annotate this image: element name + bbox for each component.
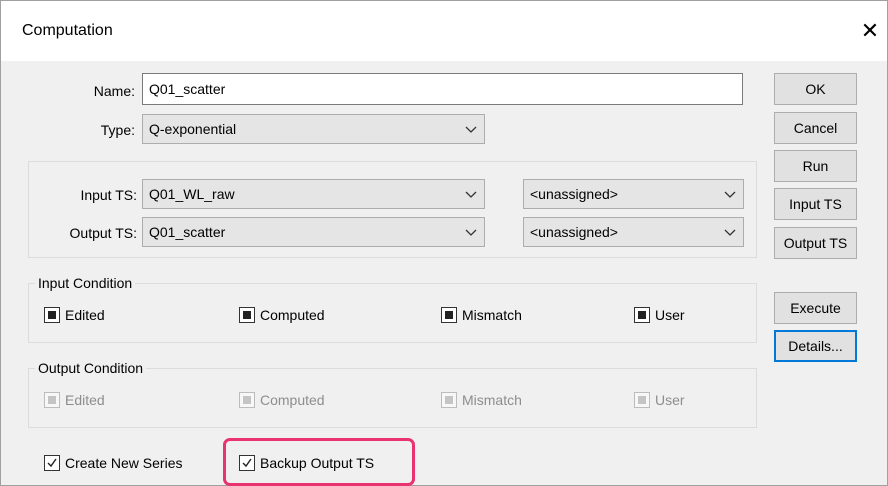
input-ts-select[interactable]: Q01_WL_raw [142,179,485,209]
type-select-value: Q-exponential [149,121,237,137]
checkbox-box [239,392,255,408]
checkbox-label: User [655,307,685,323]
chevron-down-icon [724,191,736,198]
input-edited-checkbox[interactable]: Edited [44,304,105,326]
chevron-down-icon [465,191,477,198]
name-input[interactable]: Q01_scatter [142,73,743,105]
output-edited-checkbox: Edited [44,389,105,411]
input-ts-button[interactable]: Input TS [774,188,857,220]
checkbox-box [634,307,650,323]
checkbox-box [441,307,457,323]
execute-button[interactable]: Execute [774,292,857,324]
checkbox-box [44,455,60,471]
output-ts-button[interactable]: Output TS [774,227,857,259]
type-label: Type: [100,122,135,138]
input-mismatch-checkbox[interactable]: Mismatch [441,304,522,326]
output-ts-label: Output TS: [69,225,137,241]
run-button[interactable]: Run [774,150,857,182]
input-ts-secondary-select[interactable]: <unassigned> [523,179,744,209]
details-button[interactable]: Details... [774,330,857,362]
checkbox-box [239,307,255,323]
cancel-button[interactable]: Cancel [774,112,857,144]
checkbox-label: Mismatch [462,392,522,408]
checkbox-box [44,392,60,408]
output-ts-secondary-select[interactable]: <unassigned> [523,217,744,247]
title-bar: Computation ✕ [1,1,887,61]
input-ts-label: Input TS: [80,187,137,203]
input-computed-checkbox[interactable]: Computed [239,304,325,326]
output-ts-secondary-value: <unassigned> [530,224,618,240]
checkbox-label: Create New Series [65,455,183,471]
checkbox-box [441,392,457,408]
output-computed-checkbox: Computed [239,389,325,411]
highlight-annotation [223,438,415,486]
type-select[interactable]: Q-exponential [142,114,485,144]
chevron-down-icon [465,229,477,236]
checkmark-icon [47,458,57,468]
ok-button[interactable]: OK [774,73,857,105]
checkbox-label: Edited [65,392,105,408]
close-icon[interactable]: ✕ [854,15,886,47]
create-new-series-checkbox[interactable]: Create New Series [44,452,183,474]
output-ts-value: Q01_scatter [149,224,226,240]
checkbox-label: User [655,392,685,408]
input-condition-title: Input Condition [35,274,136,292]
checkbox-label: Computed [260,307,325,323]
input-user-checkbox[interactable]: User [634,304,685,326]
chevron-down-icon [465,126,477,133]
input-ts-value: Q01_WL_raw [149,186,235,202]
output-condition-title: Output Condition [35,359,147,377]
output-user-checkbox: User [634,389,685,411]
input-ts-secondary-value: <unassigned> [530,186,618,202]
dialog-title: Computation [22,22,113,39]
checkbox-label: Computed [260,392,325,408]
output-ts-select[interactable]: Q01_scatter [142,217,485,247]
checkbox-box [44,307,60,323]
checkbox-label: Mismatch [462,307,522,323]
output-mismatch-checkbox: Mismatch [441,389,522,411]
computation-dialog: Computation ✕ Name: Q01_scatter Type: Q-… [0,0,888,486]
checkbox-box [634,392,650,408]
chevron-down-icon [724,229,736,236]
name-input-value: Q01_scatter [149,81,226,97]
checkbox-label: Edited [65,307,105,323]
name-label: Name: [93,83,135,99]
